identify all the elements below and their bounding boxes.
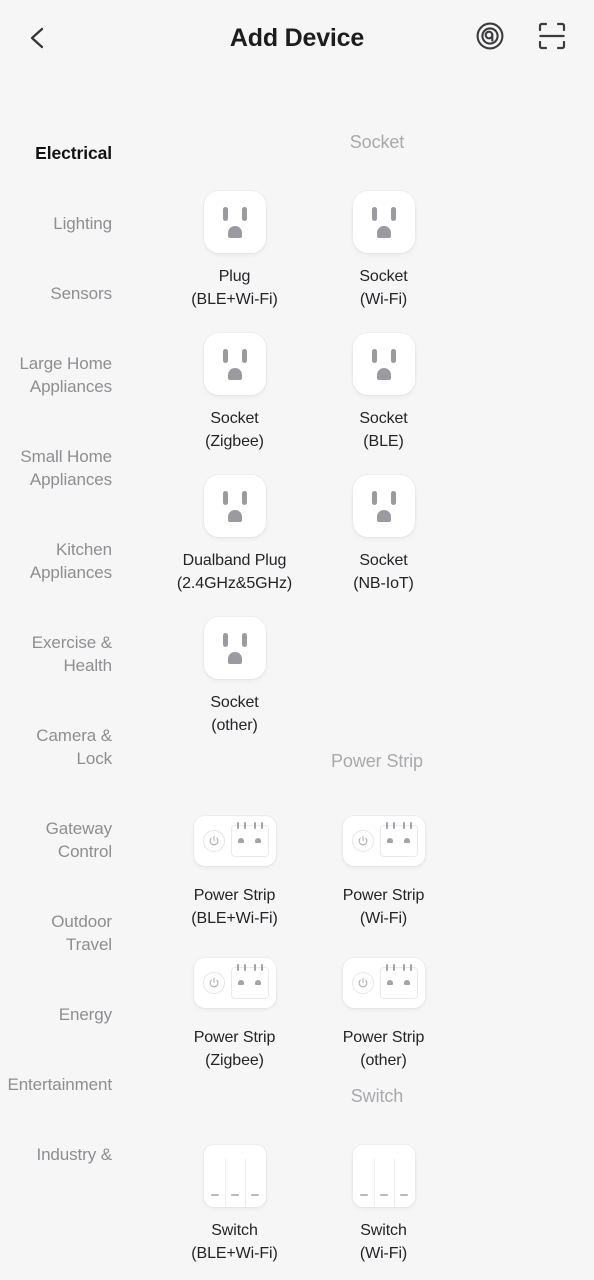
device-card[interactable]: Switch (BLE+Wi-Fi) xyxy=(160,1137,309,1265)
device-label: Power Strip (BLE+Wi-Fi) xyxy=(191,887,278,927)
device-label: Plug (BLE+Wi-Fi) xyxy=(191,268,278,308)
sidebar-item-entertainment[interactable]: Entertainment xyxy=(0,1073,160,1096)
device-card[interactable]: Socket (Zigbee) xyxy=(160,325,309,453)
device-card[interactable]: Switch (Wi-Fi) xyxy=(309,1137,458,1265)
device-card[interactable]: Plug (BLE+Wi-Fi) xyxy=(160,183,309,311)
section-title: Switch xyxy=(350,1086,404,1106)
device-label: Power Strip (Wi-Fi) xyxy=(342,887,425,927)
category-sidebar[interactable]: Electrical Lighting Sensors Large Home Appl… xyxy=(0,80,160,1213)
scan-icon xyxy=(537,21,567,56)
section-grid: Switch(BLE+Wi-Fi)Switch(Wi-Fi)Switch(Zig… xyxy=(160,1137,594,1280)
switch-icon xyxy=(352,1145,415,1207)
socket-icon xyxy=(352,475,415,537)
socket-icon xyxy=(352,333,415,395)
device-label: Power Strip (Zigbee) xyxy=(193,1029,276,1069)
sidebar-item-outdoor-travel[interactable]: Outdoor Travel xyxy=(0,910,160,956)
device-label: Socket (NB-IoT) xyxy=(353,552,414,592)
device-label: Switch (BLE+Wi-Fi) xyxy=(191,1222,278,1262)
header-actions xyxy=(468,16,574,60)
section-socket: Socket Plug (BLE+Wi-Fi) Socket (Wi-Fi) Socket… xyxy=(160,132,594,751)
power-strip-icon xyxy=(193,816,276,866)
device-card[interactable]: Power Strip (other) xyxy=(309,944,458,1072)
section-grid: Plug (BLE+Wi-Fi) Socket (Wi-Fi) Socket (Zigbe… xyxy=(160,183,594,751)
app-header: Add Device xyxy=(0,0,594,80)
section-title: Socket xyxy=(349,132,405,152)
sidebar-item-energy[interactable]: Energy xyxy=(0,1003,160,1026)
socket-icon xyxy=(352,191,415,253)
sidebar-item-kitchen-appliances[interactable]: Kitchen Appliances xyxy=(0,538,160,584)
device-label: Socket (other) xyxy=(210,694,259,734)
section-power-strip: Power Strip Power Strip (BLE+Wi-Fi) Power S… xyxy=(160,751,594,1086)
add-device-screen: Add Device Electrical Lighting Sensors L… xyxy=(0,0,594,1280)
device-grid: Socket Plug (BLE+Wi-Fi) Socket (Wi-Fi) Socket… xyxy=(160,80,594,1280)
target-button[interactable] xyxy=(468,16,512,60)
sidebar-item-sensors[interactable]: Sensors xyxy=(0,282,160,305)
sidebar-item-large-home-appliances[interactable]: Large Home Appliances xyxy=(0,352,160,398)
section-switch: SwitchSwitch(BLE+Wi-Fi)Switch(Wi-Fi)Swit… xyxy=(160,1086,594,1280)
device-label: Dualband Plug (2.4GHz&5GHz) xyxy=(176,552,293,592)
power-strip-icon xyxy=(342,816,425,866)
socket-icon xyxy=(203,617,266,679)
device-label: Socket (Zigbee) xyxy=(205,410,264,450)
device-label: Socket (Wi-Fi) xyxy=(359,268,408,308)
body: Electrical Lighting Sensors Large Home Appl… xyxy=(0,80,594,1280)
sidebar-item-electrical[interactable]: Electrical xyxy=(0,142,160,165)
socket-icon xyxy=(203,191,266,253)
sidebar-item-gateway-control[interactable]: Gateway Control xyxy=(0,817,160,863)
device-card[interactable]: Power Strip (Zigbee) xyxy=(160,944,309,1072)
device-label: Power Strip (other) xyxy=(342,1029,425,1069)
device-card[interactable]: Socket (BLE) xyxy=(309,325,458,453)
section-grid: Power Strip (BLE+Wi-Fi) Power Strip (Wi-Fi)… xyxy=(160,802,594,1086)
sidebar-item-exercise-health[interactable]: Exercise & Health xyxy=(0,631,160,677)
sidebar-item-small-home-appliances[interactable]: Small Home Appliances xyxy=(0,445,160,491)
device-card[interactable]: Socket (NB-IoT) xyxy=(309,467,458,595)
scan-button[interactable] xyxy=(530,16,574,60)
device-card[interactable]: Power Strip (BLE+Wi-Fi) xyxy=(160,802,309,930)
sidebar-item-industry[interactable]: Industry & xyxy=(0,1143,160,1166)
target-icon xyxy=(475,21,505,56)
socket-icon xyxy=(203,475,266,537)
sidebar-item-lighting[interactable]: Lighting xyxy=(0,212,160,235)
device-label: Socket (BLE) xyxy=(359,410,408,450)
socket-icon xyxy=(203,333,266,395)
power-strip-icon xyxy=(342,958,425,1008)
device-card[interactable]: Socket (other) xyxy=(160,609,309,737)
device-card[interactable]: Dualband Plug (2.4GHz&5GHz) xyxy=(160,467,309,595)
switch-icon xyxy=(203,1145,266,1207)
device-label: Switch (Wi-Fi) xyxy=(359,1222,408,1262)
device-card[interactable]: Socket (Wi-Fi) xyxy=(309,183,458,311)
device-card[interactable]: Power Strip (Wi-Fi) xyxy=(309,802,458,930)
section-title: Power Strip xyxy=(331,751,423,771)
sidebar-item-camera-lock[interactable]: Camera & Lock xyxy=(0,724,160,770)
power-strip-icon xyxy=(193,958,276,1008)
